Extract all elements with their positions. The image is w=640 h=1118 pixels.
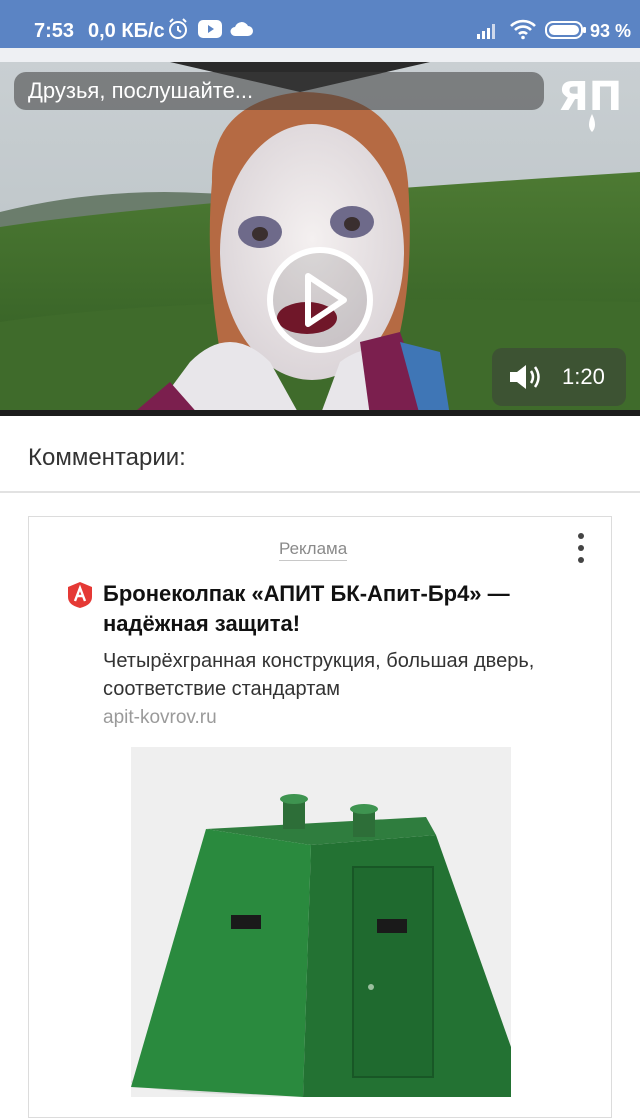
ad-domain-link[interactable]: apit-kovrov.ru bbox=[103, 707, 217, 729]
ad-card[interactable]: Реклама Бронеколпак «АПИТ БК-Апит-Бр4» —… bbox=[28, 516, 612, 1118]
comments-header: Комментарии: bbox=[28, 444, 186, 471]
video-title-bar[interactable]: Друзья, послушайте... bbox=[14, 72, 544, 110]
video-player[interactable]: Друзья, послушайте... ЯП 1:20 bbox=[0, 62, 640, 416]
cloud-icon bbox=[230, 22, 253, 36]
channel-logo-text: ЯП bbox=[558, 74, 622, 120]
wifi-icon bbox=[510, 19, 536, 40]
status-network-speed: 0,0 КБ/с bbox=[88, 20, 165, 42]
alarm-icon bbox=[169, 18, 187, 39]
play-icon[interactable] bbox=[266, 246, 374, 354]
ad-product-image[interactable] bbox=[131, 747, 511, 1097]
video-bottom-edge bbox=[0, 410, 640, 416]
video-duration: 1:20 bbox=[562, 364, 605, 389]
status-time: 7:53 bbox=[34, 20, 75, 42]
ad-label: Реклама bbox=[279, 539, 348, 561]
brand-logo-icon bbox=[68, 582, 92, 608]
status-battery-level: 93 % bbox=[590, 21, 632, 41]
more-vertical-icon[interactable] bbox=[575, 533, 587, 571]
ad-description: Четырёхгранная конструкция, большая двер… bbox=[103, 650, 535, 700]
youtube-icon bbox=[198, 20, 222, 38]
armored-cap-illustration bbox=[131, 747, 511, 1097]
signal-icon bbox=[477, 24, 495, 39]
volume-icon[interactable] bbox=[508, 363, 544, 391]
ad-headline[interactable]: Бронеколпак «АПИТ БК-Апит-Бр4» — надёжна… bbox=[103, 579, 583, 639]
comments-divider bbox=[0, 491, 640, 493]
battery-icon bbox=[545, 21, 586, 39]
video-title: Друзья, послушайте... bbox=[28, 78, 254, 103]
video-controls: 1:20 bbox=[492, 348, 626, 406]
channel-logo: ЯП bbox=[558, 74, 622, 132]
